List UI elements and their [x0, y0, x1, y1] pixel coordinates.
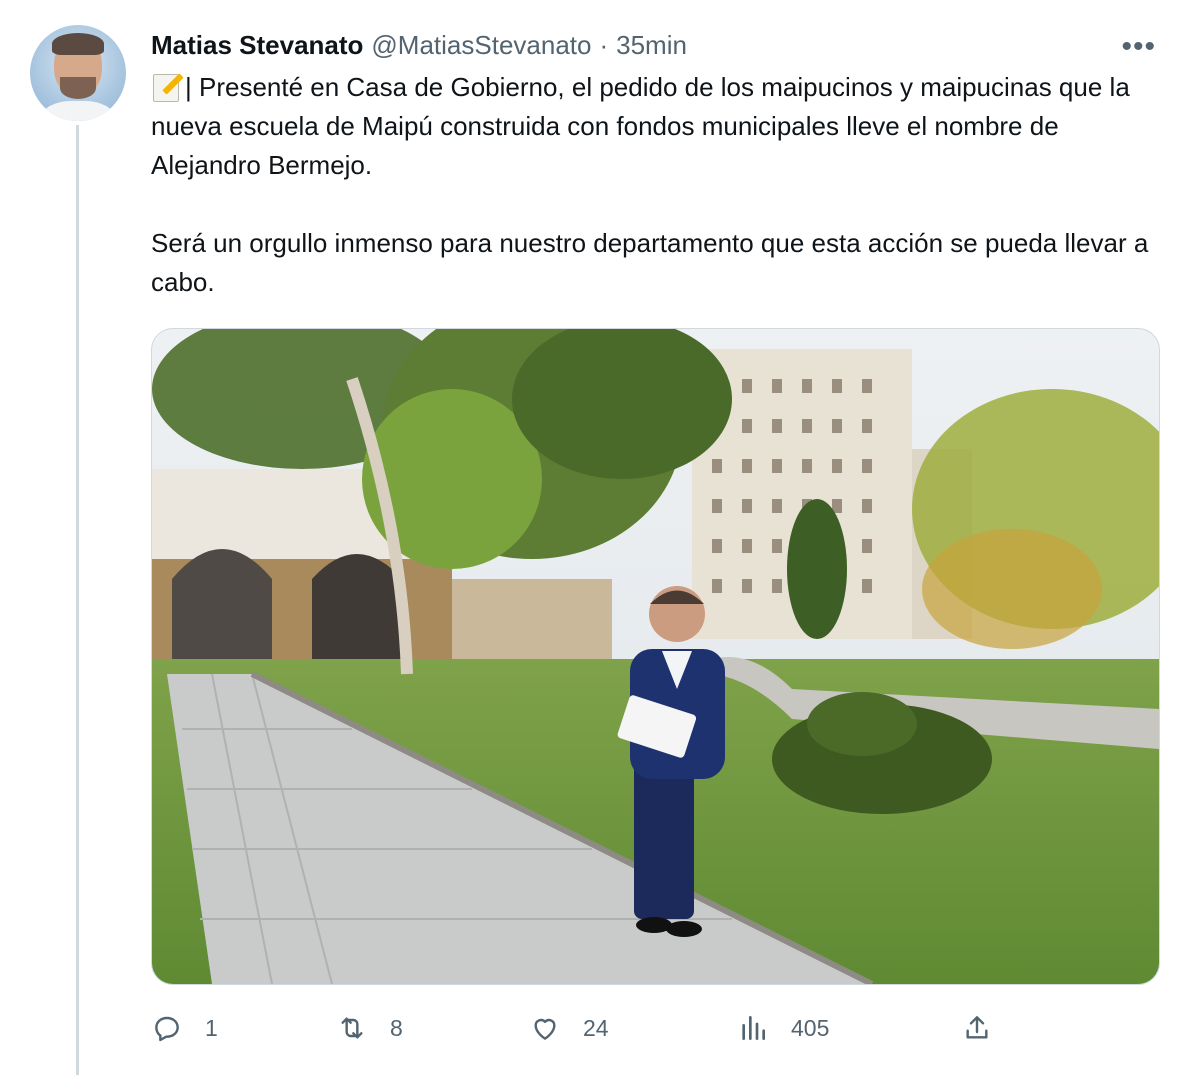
author-handle[interactable]: @MatiasStevanato — [371, 30, 591, 61]
retweet-count: 8 — [390, 1014, 403, 1041]
tweet-photo[interactable] — [151, 328, 1160, 985]
tweet-text: | Presenté en Casa de Gobierno, el pedid… — [151, 68, 1161, 302]
like-count: 24 — [583, 1014, 609, 1041]
tweet-paragraph-1: | Presenté en Casa de Gobierno, el pedid… — [151, 68, 1161, 185]
like-button[interactable]: 24 — [529, 1008, 609, 1048]
thread-line — [76, 125, 79, 1075]
memo-icon — [151, 71, 184, 102]
header-separator: · — [599, 29, 609, 60]
tweet-actions: 1 8 24 405 — [151, 1008, 1161, 1048]
reply-button[interactable]: 1 — [151, 1008, 218, 1048]
like-icon — [534, 1018, 556, 1040]
tweet-paragraph-2: Será un orgullo inmenso para nuestro dep… — [151, 228, 1149, 297]
tweet-header: Matias Stevanato @MatiasStevanato · 35mi… — [151, 28, 1170, 64]
views-icon — [742, 1016, 765, 1040]
reply-icon — [155, 1016, 179, 1042]
tweet-timestamp[interactable]: 35min — [616, 30, 687, 61]
share-icon — [966, 1016, 988, 1039]
share-button[interactable] — [961, 1008, 993, 1048]
author-display-name[interactable]: Matias Stevanato — [151, 30, 363, 61]
retweet-button[interactable]: 8 — [336, 1008, 403, 1048]
views-count: 405 — [791, 1014, 830, 1041]
tweet-paragraph-1-text: | Presenté en Casa de Gobierno, el pedid… — [151, 72, 1130, 180]
reply-count: 1 — [205, 1014, 218, 1041]
avatar[interactable] — [30, 25, 126, 121]
views-button[interactable]: 405 — [737, 1008, 829, 1048]
more-options-button[interactable]: ••• — [1121, 30, 1156, 64]
retweet-icon — [341, 1017, 363, 1039]
